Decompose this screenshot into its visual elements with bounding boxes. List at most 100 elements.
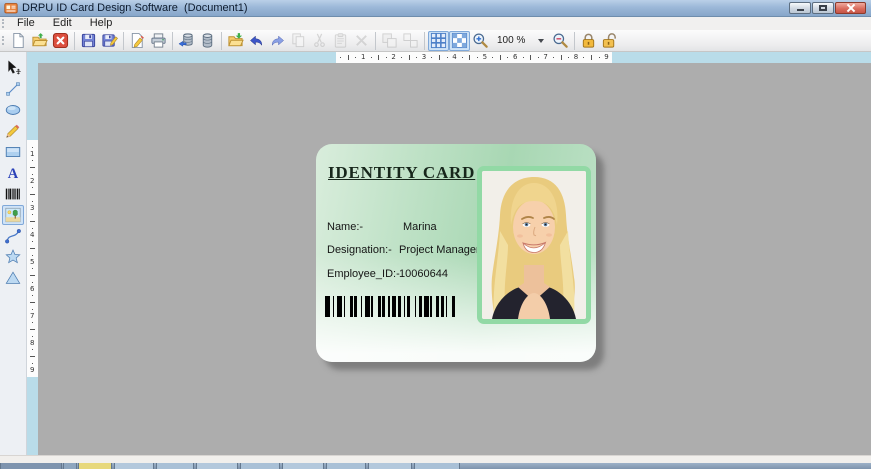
h-ruler-tick (347, 55, 349, 60)
card-field-value[interactable]: 10060644 (399, 268, 448, 280)
h-ruler-tick (408, 55, 410, 60)
v-ruler-tick (32, 349, 33, 351)
menu-edit[interactable]: Edit (44, 17, 81, 30)
tool-triangle-button[interactable] (2, 268, 24, 288)
toolbar-separator (375, 31, 376, 50)
v-ruler-number: 9 (30, 365, 35, 374)
tool-text-button[interactable]: A (2, 163, 24, 183)
h-ruler-tick (598, 57, 600, 58)
h-ruler-tick (568, 57, 570, 58)
tool-curve-button[interactable] (2, 226, 24, 246)
h-ruler-tick (461, 57, 463, 58)
taskbar-window-button (326, 463, 366, 469)
v-ruler-tick (30, 329, 35, 330)
lock-icon-button[interactable] (578, 31, 599, 51)
card-field-value[interactable]: Marina (403, 221, 437, 233)
h-ruler-tick (560, 55, 562, 60)
taskbar-window-button (0, 463, 62, 469)
v-ruler-tick (30, 248, 35, 249)
new-document-icon-button[interactable] (8, 31, 29, 51)
v-ruler-tick (32, 241, 33, 243)
zoom-out-icon-button[interactable] (550, 31, 571, 51)
h-ruler-tick (439, 55, 440, 60)
redo-icon-button[interactable] (267, 31, 288, 51)
windows-taskbar[interactable] (0, 463, 871, 469)
tool-pencil-button[interactable] (2, 121, 24, 141)
taskbar-window-button (114, 463, 154, 469)
taskbar-window-button (368, 463, 412, 469)
v-ruler-tick (30, 275, 35, 276)
edit-card-icon-button[interactable] (127, 31, 148, 51)
h-ruler-tick (378, 55, 380, 60)
taskbar-window-button (196, 463, 238, 469)
paste-icon-button (330, 31, 351, 51)
title-bar[interactable]: DRPU ID Card Design Software (Document1) (0, 0, 871, 17)
card-field-label[interactable]: Designation:- (327, 244, 392, 256)
h-ruler-number: 3 (421, 53, 427, 61)
v-ruler-number: 8 (30, 338, 35, 347)
card-field-label[interactable]: Name:- (327, 221, 363, 233)
undo-icon-button[interactable] (246, 31, 267, 51)
h-ruler-number: 7 (543, 53, 548, 61)
h-ruler-number: 6 (513, 53, 518, 61)
open-icon-button[interactable] (29, 31, 50, 51)
h-ruler-number: 2 (391, 53, 396, 61)
v-ruler-tick (30, 194, 35, 195)
copy-icon-button (288, 31, 309, 51)
id-card[interactable]: IDENTITY CARD Name:- Marina Designation:- P… (316, 144, 596, 362)
dropdown-arrow-icon[interactable] (538, 38, 544, 43)
v-ruler-number: 4 (30, 230, 35, 239)
menu-file[interactable]: File (8, 17, 44, 30)
unlock-icon-button[interactable] (599, 31, 620, 51)
show-grid-icon-button[interactable] (428, 30, 449, 51)
v-ruler-number: 3 (30, 203, 35, 212)
tool-rectangle-button[interactable] (2, 142, 24, 162)
toolbar-separator (172, 31, 173, 50)
save-icon-button[interactable] (78, 31, 99, 51)
maximize-button[interactable] (812, 2, 834, 14)
svg-text:A: A (8, 166, 19, 182)
v-ruler-number: 5 (30, 257, 35, 266)
card-field-value[interactable]: Project Manager (399, 244, 480, 256)
taskbar-window-button (78, 463, 112, 469)
v-ruler-number: 2 (30, 176, 35, 185)
export-folder-icon-button[interactable] (225, 31, 246, 51)
h-ruler-tick (446, 57, 448, 58)
design-canvas[interactable]: IDENTITY CARD Name:- Marina Designation:- P… (38, 63, 871, 455)
v-ruler-tick (32, 200, 33, 202)
toolbar-separator (221, 31, 222, 50)
v-ruler-tick (30, 167, 35, 168)
card-photo[interactable] (477, 166, 591, 324)
v-ruler-tick (32, 362, 33, 364)
drawing-tool-panel: A (0, 52, 27, 455)
menu-bar: File Edit Help (0, 17, 871, 31)
tool-ellipse-button[interactable] (2, 100, 24, 120)
h-ruler-number: 5 (482, 53, 488, 61)
v-ruler-tick (32, 146, 33, 148)
h-ruler-tick (492, 57, 494, 58)
window-controls (789, 2, 866, 14)
h-ruler-tick (340, 57, 342, 58)
close-button[interactable] (835, 2, 866, 14)
print-icon-button[interactable] (148, 31, 169, 51)
card-title[interactable]: IDENTITY CARD (328, 163, 475, 183)
card-field-label[interactable]: Employee_ID:- (327, 268, 400, 280)
zoom-level-combo[interactable]: 100 % (493, 32, 548, 50)
save-as-icon-button[interactable] (99, 31, 120, 51)
v-ruler-tick (32, 160, 33, 162)
tool-select-move-button[interactable] (2, 58, 24, 78)
tool-barcode-button[interactable] (2, 184, 24, 204)
menu-help[interactable]: Help (81, 17, 122, 30)
close-document-icon-button[interactable] (50, 31, 71, 51)
database-icon-button[interactable] (197, 31, 218, 51)
snap-grid-icon-button[interactable] (449, 30, 470, 51)
tool-image-button[interactable] (2, 205, 24, 225)
v-ruler-number: 7 (30, 311, 35, 320)
tool-line-button[interactable] (2, 79, 24, 99)
database-add-icon-button[interactable] (176, 31, 197, 51)
tool-star-button[interactable] (2, 247, 24, 267)
zoom-in-icon-button[interactable] (470, 31, 491, 51)
h-ruler-tick (401, 57, 402, 58)
card-barcode[interactable] (325, 296, 461, 317)
minimize-button[interactable] (789, 2, 811, 14)
